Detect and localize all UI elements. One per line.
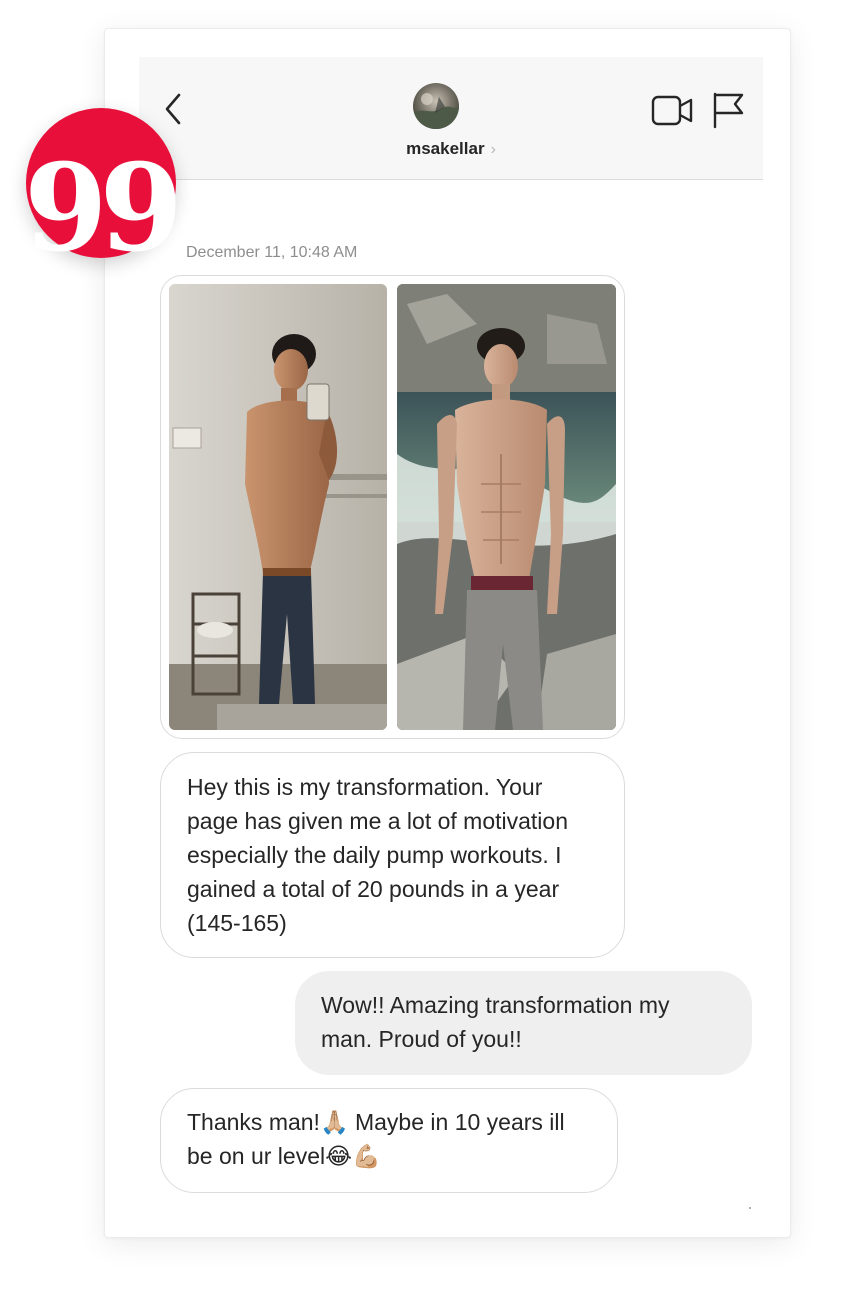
before-photo[interactable]: [169, 284, 387, 730]
username: msakellar: [406, 139, 485, 158]
video-camera-icon: [651, 95, 693, 126]
quote-badge: 99: [24, 108, 183, 279]
incoming-message[interactable]: Thanks man!🙏🏼 Maybe in 10 years ill be o…: [160, 1088, 618, 1193]
incoming-message[interactable]: Hey this is my transformation. Your page…: [160, 752, 625, 958]
report-button[interactable]: [711, 91, 745, 129]
chat-header: msakellar ›: [139, 57, 763, 180]
chevron-left-icon: [165, 93, 181, 125]
avatar[interactable]: [413, 83, 459, 129]
flag-icon: [713, 92, 744, 129]
video-call-button[interactable]: [651, 95, 695, 127]
chevron-right-icon: ›: [490, 141, 496, 158]
divider-dot: [749, 1207, 751, 1209]
photo-message[interactable]: [160, 275, 625, 739]
back-button[interactable]: [161, 91, 189, 127]
outgoing-message[interactable]: Wow!! Amazing transformation my man. Pro…: [295, 971, 752, 1075]
quote-icon: 99: [24, 138, 183, 279]
page: msakellar › 99 December 11, 10:48 AM Hey…: [0, 0, 855, 1302]
username-link[interactable]: msakellar ›: [139, 139, 763, 159]
message-timestamp: December 11, 10:48 AM: [186, 244, 358, 261]
after-photo[interactable]: [397, 284, 616, 730]
